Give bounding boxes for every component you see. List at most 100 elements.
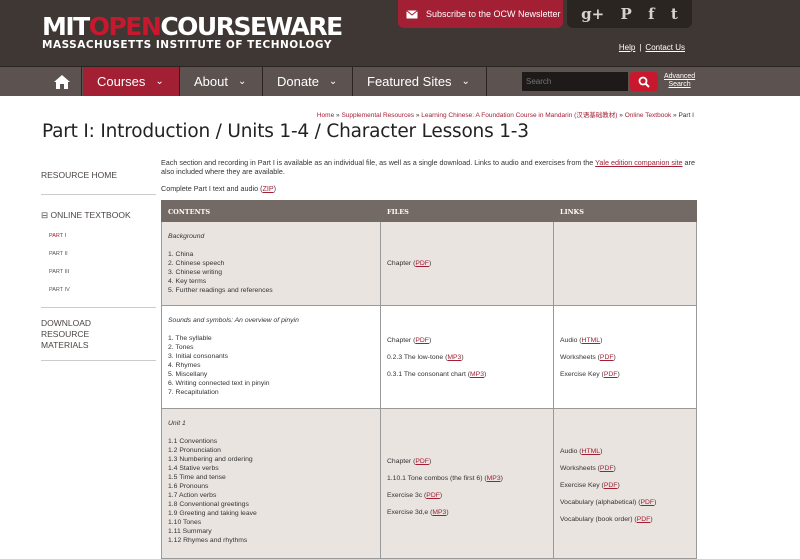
table-header-row: CONTENTS FILES LINKS	[161, 200, 697, 222]
yale-companion-link[interactable]: Yale edition companion site	[595, 158, 682, 167]
envelope-icon	[398, 0, 426, 28]
topic-item: 5. Miscellany	[168, 371, 208, 378]
pdf-link[interactable]: PDF	[600, 354, 614, 361]
lessons-table: CONTENTS FILES LINKS Background 1. China…	[161, 200, 697, 559]
files-cell: Chapter (PDF) 1.10.1 Tone combos (the fi…	[380, 408, 554, 559]
facebook-icon[interactable]: f	[648, 5, 654, 23]
pdf-link[interactable]: PDF	[637, 516, 651, 523]
row-title: Sounds and symbols: An overview of pinyi…	[168, 317, 299, 324]
links-cell: Audio (HTML) Worksheets (PDF) Exercise K…	[553, 305, 697, 409]
table-row: Unit 1 1.1 Conventions 1.2 Pronunciation…	[161, 408, 697, 559]
table-row: Background 1. China 2. Chinese speech 3.…	[161, 221, 697, 306]
help-link[interactable]: Help	[619, 43, 635, 52]
table-row: Sounds and symbols: An overview of pinyi…	[161, 305, 697, 409]
contents-cell: Sounds and symbols: An overview of pinyi…	[161, 305, 381, 409]
row-title: Background	[168, 233, 205, 240]
sidebar: Resource Home ⊟ Online Textbook Part I P…	[41, 150, 156, 361]
pdf-link[interactable]: PDF	[426, 492, 440, 499]
pdf-link[interactable]: PDF	[600, 465, 614, 472]
file-item: Exercise 3c (PDF)	[387, 492, 443, 499]
mp3-link[interactable]: MP3	[487, 475, 501, 482]
topic-item: 1.9 Greeting and taking leave	[168, 510, 257, 517]
search-input[interactable]	[522, 72, 628, 91]
nav-donate[interactable]: Donate ⌄	[263, 67, 353, 96]
sidebar-online-textbook[interactable]: ⊟ Online Textbook	[41, 210, 156, 221]
sidebar-part-4[interactable]: Part IV	[49, 287, 156, 293]
link-item: Worksheets (PDF)	[560, 353, 616, 361]
nav-featured-sites[interactable]: Featured Sites ⌄	[353, 67, 487, 96]
search-icon	[638, 76, 650, 88]
home-icon	[53, 74, 70, 89]
intro-paragraph: Each section and recording in Part I is …	[161, 158, 695, 176]
contact-link[interactable]: Contact Us	[645, 43, 685, 52]
sidebar-download-materials[interactable]: Download Resource Materials	[41, 318, 156, 351]
pdf-link[interactable]: PDF	[604, 371, 618, 378]
topic-item: 6. Writing connected text in pinyin	[168, 380, 270, 387]
chevron-down-icon: ⌄	[237, 76, 247, 87]
utility-links: Help | Contact Us	[618, 43, 685, 52]
ocw-logo[interactable]: MITOPENCOURSEWARE MASSACHUSETTS INSTITUT…	[42, 14, 343, 51]
topic-item: 1. The syllable	[168, 335, 212, 342]
file-item: 0.2.3 The low-tone (MP3)	[387, 353, 464, 361]
nav-donate-label: Donate	[277, 74, 319, 89]
topic-item: 1.10 Tones	[168, 519, 202, 526]
file-item: Exercise 3d,e (MP3)	[387, 509, 449, 516]
main-nav: Courses ⌄ About ⌄ Donate ⌄ Featured Sites ⌄ …	[0, 66, 800, 96]
links-cell: Audio (HTML) Worksheets (PDF) Exercise K…	[553, 408, 697, 559]
sidebar-part-3[interactable]: Part III	[49, 269, 156, 275]
contents-cell: Unit 1 1.1 Conventions 1.2 Pronunciation…	[161, 408, 381, 559]
nav-courses-label: Courses	[97, 74, 146, 89]
pdf-link[interactable]: PDF	[604, 482, 618, 489]
breadcrumb-supplemental[interactable]: Supplemental Resources	[341, 112, 414, 119]
breadcrumb-home[interactable]: Home	[317, 112, 334, 119]
pinterest-icon[interactable]: P	[621, 5, 632, 23]
chevron-down-icon: ⌄	[328, 76, 338, 87]
nav-courses[interactable]: Courses ⌄	[83, 67, 180, 96]
nav-about[interactable]: About ⌄	[180, 67, 263, 96]
sidebar-part-1[interactable]: Part I	[49, 233, 156, 239]
breadcrumb: Home » Supplemental Resources » Learning…	[316, 112, 694, 119]
complete-download: Complete Part I text and audio (ZIP)	[161, 184, 277, 193]
pdf-link[interactable]: PDF	[415, 260, 429, 267]
link-item: Audio (HTML)	[560, 336, 603, 344]
google-plus-icon[interactable]: g+	[581, 5, 604, 23]
advanced-search-link[interactable]: Advanced Search	[664, 73, 695, 89]
pdf-link[interactable]: PDF	[415, 458, 429, 465]
sidebar-part-2[interactable]: Part II	[49, 251, 156, 257]
pdf-link[interactable]: PDF	[640, 499, 654, 506]
topic-item: 1.8 Conventional greetings	[168, 501, 249, 508]
html-link[interactable]: HTML	[582, 337, 601, 344]
topic-item: 3. Initial consonants	[168, 353, 229, 360]
mp3-link[interactable]: MP3	[447, 354, 461, 361]
files-cell: Chapter (PDF)	[380, 221, 554, 306]
link-item: Worksheets (PDF)	[560, 465, 616, 472]
pdf-link[interactable]: PDF	[415, 337, 429, 344]
sidebar-resource-home[interactable]: Resource Home	[41, 170, 156, 180]
zip-download-link[interactable]: ZIP	[262, 184, 273, 193]
topic-item: 4. Key terms	[168, 278, 207, 285]
nav-featured-label: Featured Sites	[367, 74, 452, 89]
newsletter-subscribe-button[interactable]: Subscribe to the OCW Newsletter	[398, 0, 563, 28]
header-files: FILES	[380, 200, 554, 222]
twitter-icon[interactable]: t	[671, 5, 678, 23]
topic-item: 2. Tones	[168, 344, 194, 351]
topic-item: 1.6 Pronouns	[168, 483, 209, 490]
page-title: Part I: Introduction / Units 1-4 / Chara…	[42, 121, 529, 142]
mp3-link[interactable]: MP3	[470, 371, 484, 378]
search-button[interactable]	[630, 72, 658, 91]
breadcrumb-textbook[interactable]: Online Textbook	[625, 112, 672, 119]
breadcrumb-course[interactable]: Learning Chinese: A Foundation Course in…	[421, 112, 617, 119]
site-header: MITOPENCOURSEWARE MASSACHUSETTS INSTITUT…	[0, 0, 800, 66]
html-link[interactable]: HTML	[582, 448, 601, 455]
social-links: g+ P f t	[567, 0, 692, 28]
topic-item: 1.11 Summary	[168, 528, 212, 535]
sidebar-divider	[41, 194, 156, 195]
sidebar-divider	[41, 307, 156, 308]
header-links: LINKS	[553, 200, 697, 222]
link-item: Exercise Key (PDF)	[560, 482, 620, 489]
link-item: Vocabulary (alphabetical) (PDF)	[560, 499, 657, 506]
mp3-link[interactable]: MP3	[432, 509, 446, 516]
header-contents: CONTENTS	[161, 200, 381, 222]
topic-item: 1.2 Pronunciation	[168, 447, 221, 454]
home-button[interactable]	[42, 67, 82, 96]
